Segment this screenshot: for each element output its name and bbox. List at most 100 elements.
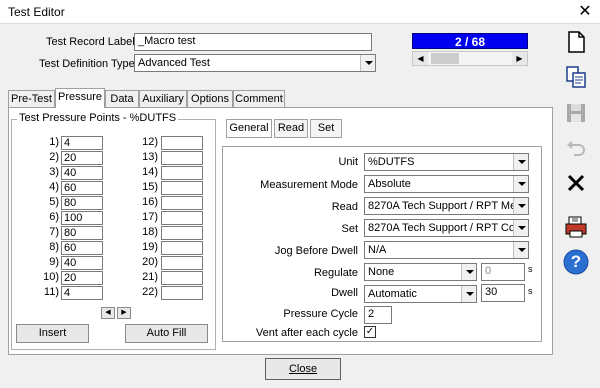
point-number: 5) [49, 196, 59, 208]
new-document-icon[interactable] [563, 29, 589, 55]
dwell-seconds-input[interactable]: 30 [481, 284, 525, 302]
point-value-cell[interactable] [161, 196, 203, 210]
set-value: 8270A Tech Support / RPT Con [368, 222, 513, 234]
point-number: 2) [49, 151, 59, 163]
point-number: 8) [49, 241, 59, 253]
help-glyph: ? [570, 252, 582, 271]
point-number: 15) [142, 181, 158, 193]
definition-type-select[interactable]: Advanced Test [134, 54, 376, 72]
point-number: 1) [49, 136, 59, 148]
chevron-down-icon [513, 154, 528, 170]
point-value-cell[interactable] [161, 181, 203, 195]
close-button[interactable]: Close [265, 358, 341, 380]
help-icon[interactable]: ? [563, 249, 589, 275]
point-value-cell[interactable] [161, 241, 203, 255]
read-select[interactable]: 8270A Tech Support / RPT Mea [364, 197, 529, 215]
tab-comment[interactable]: Comment [233, 90, 285, 108]
tab-data[interactable]: Data [105, 90, 139, 108]
pressure-cycle-input[interactable]: 2 [364, 306, 392, 324]
point-value-cell[interactable]: 80 [61, 226, 103, 240]
copy-icon[interactable] [563, 64, 589, 90]
point-number: 11) [43, 286, 59, 298]
point-value-cell[interactable]: 40 [61, 166, 103, 180]
point-value-cell[interactable]: 4 [61, 286, 103, 300]
unit-select[interactable]: %DUTFS [364, 153, 529, 171]
point-number: 20) [142, 256, 158, 268]
read-value: 8270A Tech Support / RPT Mea [368, 200, 513, 212]
insert-button[interactable]: Insert [16, 324, 89, 343]
record-counter: 2 / 68 [412, 33, 528, 49]
point-number: 9) [49, 256, 59, 268]
subtab-read[interactable]: Read [274, 119, 308, 138]
jog-before-dwell-value: N/A [368, 244, 387, 256]
chevron-down-icon [461, 264, 476, 280]
regulate-seconds-input[interactable]: 0 [481, 263, 525, 281]
point-value-cell[interactable] [161, 166, 203, 180]
point-value-cell[interactable]: 20 [61, 151, 103, 165]
grid-scroll-left-icon[interactable]: ◀ [101, 307, 115, 319]
point-value-cell[interactable]: 60 [61, 181, 103, 195]
chevron-down-icon [513, 198, 528, 214]
grid-scroll-right-icon[interactable]: ▶ [117, 307, 131, 319]
jog-before-dwell-select[interactable]: N/A [364, 241, 529, 259]
unit-value: %DUTFS [368, 156, 415, 168]
record-label-input[interactable]: _Macro test [134, 33, 372, 51]
dwell-select[interactable]: Automatic [364, 285, 477, 303]
definition-type-value: Advanced Test [138, 57, 210, 69]
auto-fill-button[interactable]: Auto Fill [125, 324, 208, 343]
scroll-left-icon[interactable]: ◀ [413, 52, 428, 65]
point-value-cell[interactable] [161, 211, 203, 225]
tab-options[interactable]: Options [187, 90, 233, 108]
point-value-cell[interactable]: 80 [61, 196, 103, 210]
undo-icon[interactable] [563, 136, 589, 162]
point-number: 7) [49, 226, 59, 238]
point-number: 13) [142, 151, 158, 163]
point-number: 19) [142, 241, 158, 253]
subtab-set[interactable]: Set [310, 119, 342, 138]
chevron-down-icon [461, 286, 476, 302]
record-scrollbar[interactable]: ◀ ▶ [412, 51, 528, 66]
point-number: 18) [142, 226, 158, 238]
set-select[interactable]: 8270A Tech Support / RPT Con [364, 219, 529, 237]
point-number: 3) [49, 166, 59, 178]
delete-icon[interactable] [563, 170, 589, 196]
title-bar [0, 0, 600, 24]
chevron-down-icon [360, 55, 375, 71]
scroll-right-icon[interactable]: ▶ [512, 52, 527, 65]
close-window-button[interactable]: ✕ [572, 2, 598, 22]
measurement-mode-select[interactable]: Absolute [364, 175, 529, 193]
dwell-value: Automatic [368, 288, 417, 300]
chevron-down-icon [513, 176, 528, 192]
tab-pressure[interactable]: Pressure [55, 88, 105, 108]
point-value-cell[interactable] [161, 226, 203, 240]
chevron-down-icon [513, 242, 528, 258]
save-icon[interactable] [563, 100, 589, 126]
regulate-value: None [368, 266, 395, 278]
point-value-cell[interactable]: 20 [61, 271, 103, 285]
point-value-cell[interactable]: 100 [61, 211, 103, 225]
point-value-cell[interactable] [161, 286, 203, 300]
vent-after-cycle-checkbox[interactable]: ✓ [364, 326, 376, 338]
scroll-thumb[interactable] [431, 53, 459, 64]
read-label: Read [331, 201, 358, 213]
regulate-select[interactable]: None [364, 263, 477, 281]
point-value-cell[interactable] [161, 271, 203, 285]
tab-pre-test[interactable]: Pre-Test [8, 90, 55, 108]
auto-fill-button-label: Auto Fill [146, 327, 187, 339]
dwell-label: Dwell [331, 287, 358, 299]
print-icon[interactable] [563, 214, 589, 240]
point-value-cell[interactable]: 4 [61, 136, 103, 150]
point-value-cell[interactable] [161, 256, 203, 270]
tab-auxiliary[interactable]: Auxiliary [139, 90, 187, 108]
point-number: 10) [43, 271, 59, 283]
measurement-mode-label: Measurement Mode [260, 179, 358, 191]
point-value-cell[interactable] [161, 151, 203, 165]
subtab-general[interactable]: General [226, 119, 272, 138]
point-number: 6) [49, 211, 59, 223]
point-value-cell[interactable]: 40 [61, 256, 103, 270]
point-number: 16) [142, 196, 158, 208]
point-value-cell[interactable]: 60 [61, 241, 103, 255]
pressure-cycle-label: Pressure Cycle [283, 308, 358, 320]
point-number: 4) [49, 181, 59, 193]
point-value-cell[interactable] [161, 136, 203, 150]
